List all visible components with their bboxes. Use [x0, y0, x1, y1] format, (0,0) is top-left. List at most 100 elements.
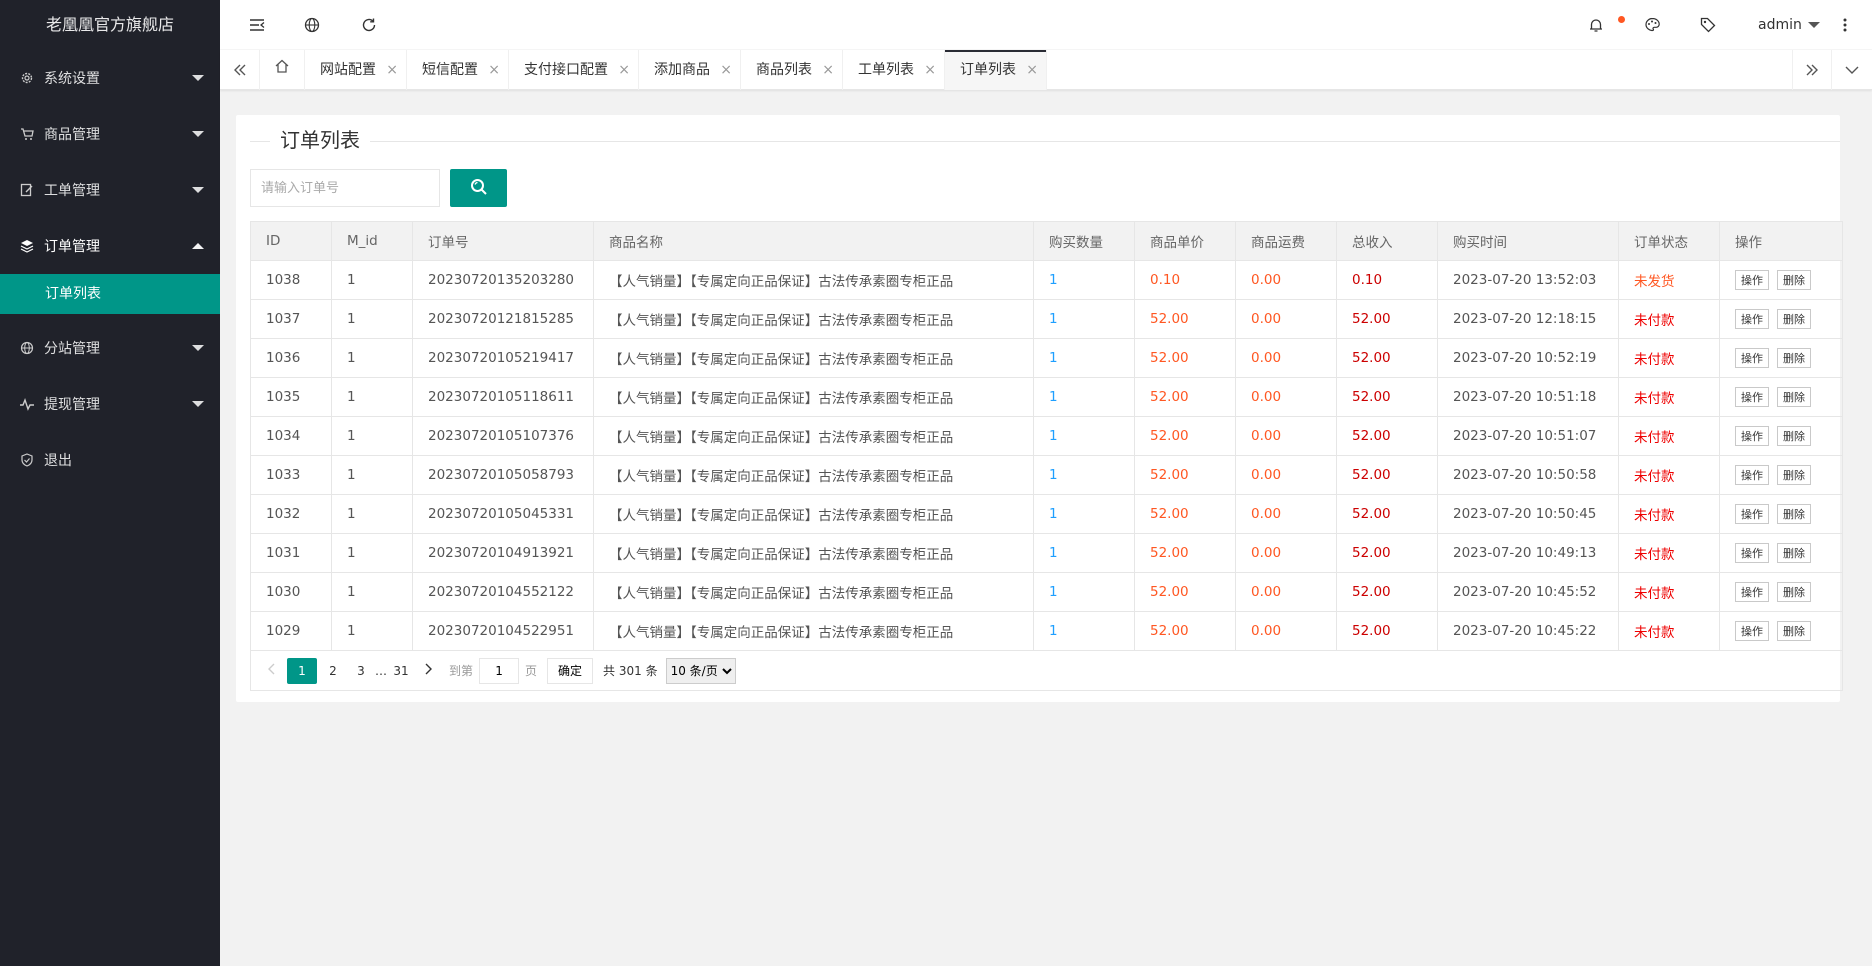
close-icon[interactable]: ×	[822, 50, 834, 90]
tabs-menu-chevron-down-icon[interactable]	[1832, 50, 1872, 90]
page-last[interactable]: 31	[389, 658, 413, 684]
operate-button[interactable]: 操作	[1735, 387, 1769, 407]
close-icon[interactable]: ×	[488, 50, 500, 90]
close-icon[interactable]: ×	[720, 50, 732, 90]
delete-button[interactable]: 删除	[1777, 426, 1811, 446]
cell-unit-price: 52.00	[1134, 299, 1236, 339]
cell-unit-price: 52.00	[1134, 494, 1236, 534]
close-icon[interactable]: ×	[618, 50, 630, 90]
delete-button[interactable]: 删除	[1777, 270, 1811, 290]
bell-icon[interactable]	[1587, 16, 1605, 34]
cell-qty: 1	[1033, 611, 1135, 651]
next-page-icon[interactable]	[417, 658, 441, 684]
delete-button[interactable]: 删除	[1777, 465, 1811, 485]
tag-icon[interactable]	[1699, 16, 1717, 34]
tab-label: 订单列表	[960, 62, 1016, 78]
search-icon	[470, 178, 488, 199]
cell-actions: 操作 删除	[1719, 299, 1843, 339]
user-name: admin	[1758, 17, 1802, 33]
order-search-input[interactable]	[250, 169, 440, 207]
operate-button[interactable]: 操作	[1735, 426, 1769, 446]
tab-add-product[interactable]: 添加商品 ×	[639, 50, 741, 90]
col-status: 订单状态	[1618, 221, 1720, 261]
page-size-select[interactable]: 10 条/页	[665, 657, 736, 684]
tab-site-config[interactable]: 网站配置 ×	[305, 50, 407, 90]
delete-button[interactable]: 删除	[1777, 348, 1811, 368]
sidebar-item-tickets[interactable]: 工单管理	[0, 162, 220, 218]
operate-button[interactable]: 操作	[1735, 582, 1769, 602]
cell-qty: 1	[1033, 572, 1135, 612]
cell-mid: 1	[331, 338, 413, 378]
user-menu[interactable]: admin	[1758, 0, 1820, 50]
page-unit-label: 页	[525, 664, 538, 678]
table-row: 1037 1 20230720121815285 【人气销量】【专属定向正品保证】古法…	[250, 299, 1843, 339]
caret-down-icon	[192, 187, 204, 193]
tab-product-list[interactable]: 商品列表 ×	[741, 50, 843, 90]
tab-sms-config[interactable]: 短信配置 ×	[407, 50, 509, 90]
cell-status: 未付款	[1618, 338, 1720, 378]
delete-button[interactable]: 删除	[1777, 582, 1811, 602]
col-actions: 操作	[1719, 221, 1843, 261]
sidebar-item-withdrawals[interactable]: 提现管理	[0, 376, 220, 432]
delete-button[interactable]: 删除	[1777, 309, 1811, 329]
operate-button[interactable]: 操作	[1735, 348, 1769, 368]
delete-button[interactable]: 删除	[1777, 504, 1811, 524]
page-2[interactable]: 2	[321, 658, 345, 684]
goto-page-input[interactable]	[479, 657, 520, 684]
cell-order-no: 20230720104913921	[412, 533, 594, 573]
cell-id: 1031	[250, 533, 332, 573]
cell-qty: 1	[1033, 377, 1135, 417]
sidebar-item-orders[interactable]: 订单管理	[0, 218, 220, 274]
refresh-icon[interactable]	[360, 16, 378, 34]
cell-order-no: 20230720121815285	[412, 299, 594, 339]
search-button[interactable]	[450, 169, 507, 207]
close-icon[interactable]: ×	[924, 50, 936, 90]
table-row: 1031 1 20230720104913921 【人气销量】【专属定向正品保证】古法…	[250, 533, 1843, 573]
cell-qty: 1	[1033, 299, 1135, 339]
delete-button[interactable]: 删除	[1777, 387, 1811, 407]
cell-id: 1029	[250, 611, 332, 651]
page-1[interactable]: 1	[287, 657, 317, 684]
operate-button[interactable]: 操作	[1735, 465, 1769, 485]
operate-button[interactable]: 操作	[1735, 621, 1769, 641]
delete-button[interactable]: 删除	[1777, 543, 1811, 563]
more-vertical-icon[interactable]	[1836, 16, 1854, 34]
table-row: 1038 1 20230720135203280 【人气销量】【专属定向正品保证】古法…	[250, 260, 1843, 300]
tab-ticket-list[interactable]: 工单列表 ×	[843, 50, 945, 90]
operate-button[interactable]: 操作	[1735, 543, 1769, 563]
cell-product-name: 【人气销量】【专属定向正品保证】古法传承素圈专柜正品	[593, 416, 1034, 456]
prev-page-icon[interactable]	[259, 658, 283, 684]
theme-palette-icon[interactable]	[1643, 16, 1661, 34]
cell-order-no: 20230720105058793	[412, 455, 594, 495]
sidebar-item-label: 工单管理	[44, 183, 100, 199]
cell-time: 2023-07-20 12:18:15	[1437, 299, 1619, 339]
cell-total: 52.00	[1336, 611, 1438, 651]
sidebar-item-products[interactable]: 商品管理	[0, 106, 220, 162]
cell-total: 52.00	[1336, 494, 1438, 534]
tab-home[interactable]	[260, 50, 305, 90]
col-product-name: 商品名称	[593, 221, 1034, 261]
operate-button[interactable]: 操作	[1735, 270, 1769, 290]
close-icon[interactable]: ×	[386, 50, 398, 90]
cell-mid: 1	[331, 611, 413, 651]
tabs-scroll-left-icon[interactable]	[220, 50, 260, 90]
menu-toggle-icon[interactable]	[248, 16, 266, 34]
goto-confirm-button[interactable]: 确定	[547, 657, 594, 684]
delete-button[interactable]: 删除	[1777, 621, 1811, 641]
tab-payment-config[interactable]: 支付接口配置 ×	[509, 50, 639, 90]
website-globe-icon[interactable]	[303, 16, 321, 34]
sidebar-subitem-order-list[interactable]: 订单列表	[0, 274, 220, 314]
cell-shipping: 0.00	[1235, 533, 1337, 573]
tab-order-list[interactable]: 订单列表 ×	[945, 50, 1047, 90]
home-icon	[274, 50, 290, 90]
sidebar: 老凰凰官方旗舰店 系统设置 商品管理 工单管理 订单管理 订单列表 分站管理 提…	[0, 0, 220, 966]
sidebar-item-system-settings[interactable]: 系统设置	[0, 50, 220, 106]
operate-button[interactable]: 操作	[1735, 309, 1769, 329]
sidebar-item-substations[interactable]: 分站管理	[0, 320, 220, 376]
close-icon[interactable]: ×	[1026, 50, 1038, 90]
tabs-scroll-right-icon[interactable]	[1792, 50, 1832, 90]
sidebar-item-logout[interactable]: 退出	[0, 432, 220, 488]
cell-shipping: 0.00	[1235, 299, 1337, 339]
operate-button[interactable]: 操作	[1735, 504, 1769, 524]
cell-mid: 1	[331, 494, 413, 534]
